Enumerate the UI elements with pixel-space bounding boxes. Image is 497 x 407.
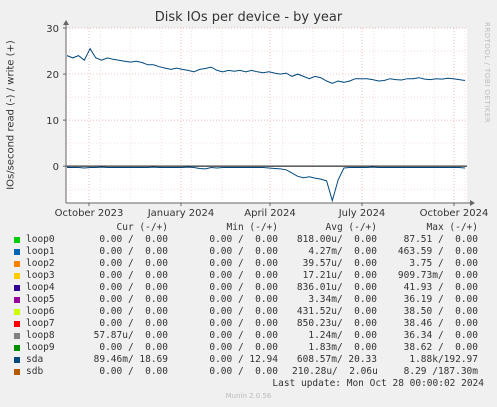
- legend-cur: 0.00 / 0.00: [99, 318, 168, 329]
- legend-avg: 210.28u/ 2.06u: [292, 366, 378, 377]
- y-tick-label: 10: [46, 116, 59, 127]
- legend-avg: 836.01u/ 0.00: [296, 282, 377, 293]
- footer-version: Munin 2.0.56: [225, 392, 272, 400]
- x-tick-label: April 2024: [244, 208, 295, 219]
- legend-label: loop2: [26, 258, 55, 269]
- legend-cur: 0.00 / 0.00: [99, 294, 168, 305]
- legend-swatch: [14, 249, 20, 255]
- x-tick-label: July 2024: [338, 208, 386, 219]
- legend-cur: 0.00 / 0.00: [99, 246, 168, 257]
- legend-swatch: [14, 309, 20, 315]
- legend-min: 0.00 / 12.94: [209, 354, 278, 365]
- legend-cur: 0.00 / 0.00: [99, 234, 168, 245]
- legend-min: 0.00 / 0.00: [209, 246, 278, 257]
- legend-cur: 0.00 / 0.00: [99, 306, 168, 317]
- legend-min: 0.00 / 0.00: [209, 366, 278, 377]
- legend-min: 0.00 / 0.00: [209, 234, 278, 245]
- x-tick-label: January 2024: [147, 208, 215, 219]
- legend-max: 38.50 / 0.00: [403, 306, 478, 317]
- header-avg: Avg (-/+): [325, 222, 377, 233]
- legend-max: 38.46 / 0.00: [403, 318, 478, 329]
- legend-max: 41.93 / 0.00: [403, 282, 478, 293]
- legend-max: 8.29 /187.30m: [403, 366, 478, 377]
- legend-swatch: [14, 321, 20, 327]
- legend-cur: 0.00 / 0.00: [99, 366, 168, 377]
- y-tick-label: 20: [46, 70, 59, 81]
- header-min: Min (-/+): [226, 222, 278, 233]
- legend-swatch: [14, 297, 20, 303]
- y-tick-label: 30: [46, 24, 59, 35]
- legend-label: loop5: [26, 294, 55, 305]
- legend-avg: 39.57u/ 0.00: [302, 258, 377, 269]
- legend-cur: 0.00 / 0.00: [99, 270, 168, 281]
- legend-max: 3.75 / 0.00: [409, 258, 478, 269]
- legend-avg: 1.83m/ 0.00: [308, 342, 377, 353]
- legend-avg: 818.00u/ 0.00: [296, 234, 377, 245]
- legend-label: sda: [26, 354, 44, 365]
- legend-label: loop1: [26, 246, 55, 257]
- legend-max: 38.62 / 0.00: [403, 342, 478, 353]
- legend-avg: 1.24m/ 0.00: [308, 330, 377, 341]
- legend-max: 909.73m/ 0.00: [397, 270, 478, 281]
- legend-min: 0.00 / 0.00: [209, 258, 278, 269]
- last-update: Last update: Mon Oct 28 00:00:02 2024: [272, 378, 484, 389]
- legend-label: loop4: [26, 282, 55, 293]
- legend-cur: 0.00 / 0.00: [99, 258, 168, 269]
- legend-swatch: [14, 369, 20, 375]
- header-max: Max (-/+): [426, 222, 478, 233]
- legend-label: loop0: [26, 234, 55, 245]
- legend-label: loop9: [26, 342, 55, 353]
- legend-swatch: [14, 273, 20, 279]
- legend-max: 87.51 / 0.00: [403, 234, 478, 245]
- legend-min: 0.00 / 0.00: [209, 342, 278, 353]
- legend-swatch: [14, 285, 20, 291]
- header-cur: Cur (-/+): [116, 222, 168, 233]
- legend-cur: 89.46m/ 18.69: [93, 354, 168, 365]
- legend-label: loop3: [26, 270, 55, 281]
- legend-label: sdb: [26, 366, 44, 377]
- x-tick-label: October 2023: [55, 208, 124, 219]
- legend-min: 0.00 / 0.00: [209, 282, 278, 293]
- legend-min: 0.00 / 0.00: [209, 318, 278, 329]
- legend-swatch: [14, 357, 20, 363]
- legend-swatch: [14, 261, 20, 267]
- legend-max: 1.88k/192.97: [409, 354, 478, 365]
- chart-svg: 0 10 20 30 October 2023 January 2024 April 202…: [46, 20, 489, 219]
- legend-min: 0.00 / 0.00: [209, 294, 278, 305]
- legend-label: loop7: [26, 318, 55, 329]
- legend-avg: 4.27m/ 0.00: [308, 246, 377, 257]
- legend-cur: 0.00 / 0.00: [99, 282, 168, 293]
- legend-swatch: [14, 333, 20, 339]
- plot-area: [66, 28, 467, 203]
- legend-min: 0.00 / 0.00: [209, 270, 278, 281]
- legend-header: Cur (-/+) Min (-/+) Avg (-/+) Max (-/+): [12, 222, 478, 234]
- y-axis-arrow: [63, 20, 69, 25]
- x-axis-arrow: [470, 200, 475, 206]
- legend-avg: 608.57m/ 20.33: [296, 354, 377, 365]
- legend-avg: 17.21u/ 0.00: [302, 270, 377, 281]
- legend-label: loop8: [26, 330, 55, 341]
- x-tick-label: October 2024: [420, 208, 489, 219]
- legend-max: 36.34 / 0.00: [403, 330, 478, 341]
- legend-avg: 3.34m/ 0.00: [308, 294, 377, 305]
- legend-cur: 57.87u/ 0.00: [93, 330, 168, 341]
- y-tick-label: 0: [53, 162, 59, 173]
- legend-label: loop6: [26, 306, 55, 317]
- legend-swatch: [14, 237, 20, 243]
- legend-max: 36.19 / 0.00: [403, 294, 478, 305]
- legend-max: 463.59 / 0.00: [397, 246, 478, 257]
- legend-swatch: [14, 345, 20, 351]
- legend-avg: 431.52u/ 0.00: [296, 306, 377, 317]
- legend-cur: 0.00 / 0.00: [99, 342, 168, 353]
- legend-min: 0.00 / 0.00: [209, 330, 278, 341]
- legend-avg: 850.23u/ 0.00: [296, 318, 377, 329]
- legend-min: 0.00 / 0.00: [209, 306, 278, 317]
